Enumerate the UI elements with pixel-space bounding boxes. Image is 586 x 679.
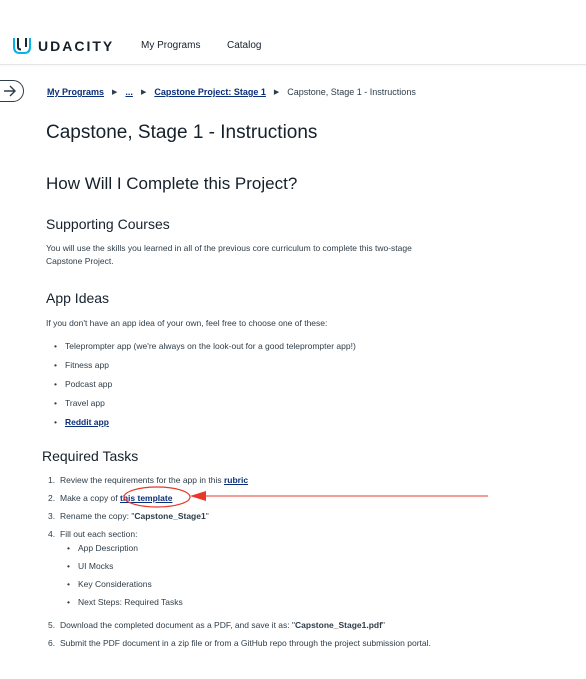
required-tasks-heading: Required Tasks bbox=[42, 448, 139, 464]
list-item: 6. Submit the PDF document in a zip file… bbox=[48, 637, 448, 650]
list-number: 2. bbox=[48, 493, 56, 503]
section-list: App Description UI Mocks Key Considerati… bbox=[60, 542, 448, 614]
task-text: Rename the copy: " bbox=[60, 511, 135, 521]
nav-my-programs[interactable]: My Programs bbox=[141, 40, 200, 51]
list-item: Reddit app bbox=[52, 416, 356, 435]
breadcrumb-ellipsis[interactable]: ... bbox=[125, 87, 133, 97]
nav-catalog[interactable]: Catalog bbox=[227, 40, 261, 51]
list-item: Travel app bbox=[52, 397, 356, 416]
list-item: Key Considerations bbox=[60, 578, 448, 596]
task-text-suffix: " bbox=[381, 620, 385, 630]
list-number: 4. bbox=[48, 529, 56, 539]
task-text: Review the requirements for the app in t… bbox=[60, 475, 224, 485]
breadcrumb-separator: ▶ bbox=[112, 89, 118, 96]
brand-name: UDACITY bbox=[38, 38, 115, 54]
list-number: 1. bbox=[48, 475, 56, 485]
list-item: 1. Review the requirements for the app i… bbox=[48, 474, 448, 487]
task-text: Fill out each section: bbox=[60, 529, 138, 539]
top-navbar: UDACITY My Programs Catalog bbox=[0, 0, 586, 65]
page-title: Capstone, Stage 1 - Instructions bbox=[46, 122, 318, 143]
list-item: 5. Download the completed document as a … bbox=[48, 619, 448, 632]
breadcrumb-my-programs[interactable]: My Programs bbox=[47, 87, 104, 97]
supporting-courses-text: You will use the skills you learned in a… bbox=[46, 243, 412, 266]
list-item: Podcast app bbox=[52, 378, 356, 397]
task-text: Submit the PDF document in a zip file or… bbox=[60, 638, 431, 648]
required-tasks-list: 1. Review the requirements for the app i… bbox=[48, 474, 448, 655]
list-item: 4. Fill out each section: App Descriptio… bbox=[48, 528, 448, 614]
list-item: 2. Make a copy of this template bbox=[48, 492, 448, 505]
task-strong-text: Capstone_Stage1.pdf bbox=[295, 620, 382, 630]
supporting-courses-heading: Supporting Courses bbox=[46, 216, 170, 232]
rubric-link[interactable]: rubric bbox=[224, 475, 248, 485]
list-item: Next Steps: Required Tasks bbox=[60, 596, 448, 614]
breadcrumb-separator: ▶ bbox=[273, 89, 280, 96]
reddit-app-link[interactable]: Reddit app bbox=[65, 417, 109, 427]
app-ideas-intro: If you don't have an app idea of your ow… bbox=[46, 318, 328, 328]
list-item: Teleprompter app (we're always on the lo… bbox=[52, 340, 356, 359]
udacity-logo[interactable]: UDACITY bbox=[12, 36, 114, 56]
task-text: Download the completed document as a PDF… bbox=[60, 620, 296, 630]
list-item: Fitness app bbox=[52, 359, 356, 378]
section-question-heading: How Will I Complete this Project? bbox=[46, 174, 298, 193]
task-strong-text: Capstone_Stage1 bbox=[134, 511, 206, 521]
list-number: 3. bbox=[48, 511, 56, 521]
breadcrumb-current: Capstone, Stage 1 - Instructions bbox=[287, 87, 416, 97]
app-ideas-list: Teleprompter app (we're always on the lo… bbox=[52, 340, 356, 435]
list-item: UI Mocks bbox=[60, 560, 448, 578]
task-text: Make a copy of bbox=[60, 493, 121, 503]
list-number: 5. bbox=[48, 620, 56, 630]
task-text-suffix: " bbox=[205, 511, 209, 521]
list-number: 6. bbox=[48, 638, 56, 648]
arrow-right-icon bbox=[4, 85, 16, 97]
template-link[interactable]: this template bbox=[120, 493, 172, 503]
udacity-logo-icon bbox=[13, 38, 31, 54]
list-item: 3. Rename the copy: "Capstone_Stage1" bbox=[48, 510, 448, 523]
breadcrumb: My Programs ▶ ... ▶ Capstone Project: St… bbox=[47, 87, 416, 97]
app-ideas-heading: App Ideas bbox=[46, 290, 110, 306]
breadcrumb-separator: ▶ bbox=[140, 89, 147, 96]
back-button[interactable] bbox=[0, 80, 24, 102]
breadcrumb-capstone-stage1[interactable]: Capstone Project: Stage 1 bbox=[154, 87, 266, 97]
list-item: App Description bbox=[60, 542, 448, 560]
